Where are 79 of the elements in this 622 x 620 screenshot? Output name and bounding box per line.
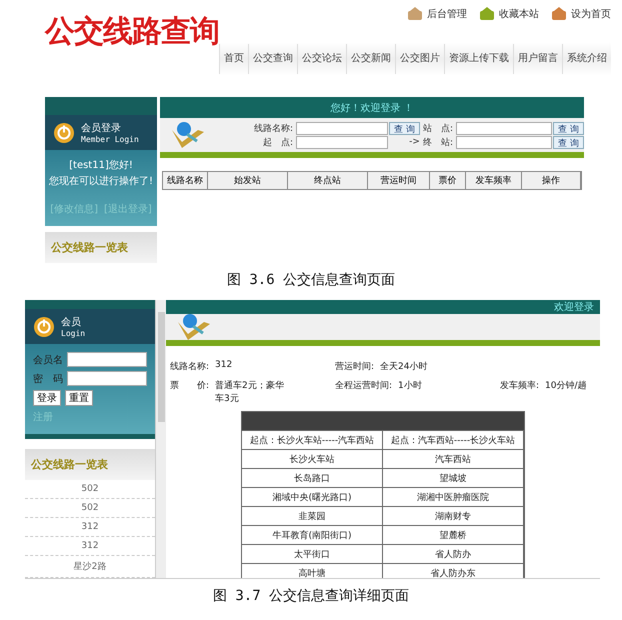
nav-item[interactable]: 系统介绍 (562, 44, 611, 74)
field-label: 起 点: (262, 136, 294, 148)
status-text: 您现在可以进行操作了! (49, 174, 154, 188)
stop-cell: 湘域中央(曙光路口) (242, 487, 383, 506)
nav-item[interactable]: 公交新闻 (346, 44, 395, 74)
column-header: 营运时间 (368, 172, 430, 189)
info-label: 票 价: (170, 380, 210, 393)
query-button[interactable]: 查 询 (552, 122, 584, 134)
stop-cell: 牛耳教育(南阳街口) (242, 525, 383, 544)
info-label: 发车频率: (500, 380, 540, 392)
username-field[interactable] (67, 352, 147, 367)
figure-caption: 图 3.6 公交信息查询页面 (226, 271, 396, 289)
top-link[interactable]: 收藏本站 (479, 7, 539, 21)
info-label: 营运时间: (335, 360, 374, 373)
nav-item[interactable]: 公交查询 (248, 44, 297, 74)
nav-item[interactable]: 资源上传下载 (444, 44, 513, 74)
member-subtitle: Member Login (81, 135, 139, 144)
greeting-text: [test11]您好! (69, 159, 133, 172)
query-button[interactable]: 查 询 (389, 122, 420, 134)
form-button[interactable]: 登录 (33, 390, 61, 406)
stop-cell: 湖南财专 (383, 506, 524, 525)
column-header: 终点站 (288, 172, 368, 189)
stop-cell: 望麓桥 (383, 525, 524, 544)
member-subtitle: Login (61, 329, 86, 338)
info-value: 普通车2元；豪华车3元 (215, 379, 285, 405)
stop-cell: 湖湘中医肿瘤医院 (383, 487, 524, 506)
arrow-text: -> (408, 137, 420, 147)
line-name-field[interactable] (296, 122, 388, 134)
info-label: 全程运营时间: (335, 380, 392, 392)
stop-cell: 望城坡 (383, 468, 524, 487)
form-button[interactable]: 重置 (65, 390, 93, 406)
column-header: 操作 (522, 172, 581, 189)
member-title: 会员 (61, 316, 82, 329)
query-button[interactable]: 查 询 (552, 136, 584, 148)
end-field[interactable] (456, 136, 552, 148)
info-label: 线路名称: (170, 360, 210, 373)
figure-caption: 图 3.7 公交信息查询详细页面 (212, 587, 410, 605)
info-value: 312 (215, 360, 232, 372)
info-value: 10分钟/趟 (545, 380, 587, 392)
password-field[interactable] (67, 371, 147, 386)
route-list-title: 公交线路一览表 (45, 232, 158, 263)
stop-cell: 长沙火车站 (242, 449, 383, 468)
info-value: 1小时 (398, 380, 422, 392)
power-icon (33, 316, 55, 338)
nav-item[interactable]: 用户留言 (513, 44, 562, 74)
stop-cell: 高叶塘 (242, 563, 383, 578)
info-value: 全天24小时 (380, 360, 428, 373)
top-link[interactable]: 设为首页 (551, 7, 611, 21)
column-header: 票价 (430, 172, 466, 189)
welcome-bar: 欢迎登录 (166, 300, 600, 314)
nav-item[interactable]: 首页 (219, 44, 248, 74)
start-field[interactable] (296, 136, 388, 148)
field-label: 密 码 (33, 372, 63, 386)
stop-cell: 韭菜园 (242, 506, 383, 525)
field-label: 终 站: (422, 136, 453, 148)
welcome-bar: 您好！欢迎登录 ！ (160, 97, 584, 118)
field-label: 站 点: (422, 122, 453, 134)
nav-item[interactable]: 公交论坛 (297, 44, 346, 74)
power-icon (53, 122, 75, 144)
scrollbar[interactable] (155, 300, 166, 578)
site-logo: 公交线路查询 (45, 13, 219, 51)
stop-cell: 太平街口 (242, 544, 383, 563)
stop-cell: 省人防办 (383, 544, 524, 563)
stop-cell: 长岛路口 (242, 468, 383, 487)
field-label: 会员名 (33, 354, 63, 366)
stop-cell: 汽车西站 (383, 449, 524, 468)
column-header: 始发站 (208, 172, 288, 189)
stop-field[interactable] (456, 122, 552, 134)
column-header: 线路名称 (163, 172, 208, 189)
nav-item[interactable]: 公交图片 (395, 44, 444, 74)
field-label: 线路名称: (254, 122, 294, 134)
direction-header: 起点：汽车西站-----长沙火车站 (383, 430, 524, 449)
direction-header: 起点：长沙火车站-----汽车西站 (242, 430, 383, 449)
member-title: 会员登录 (81, 122, 122, 135)
column-header: 发车频率 (466, 172, 522, 189)
house-icon (551, 7, 567, 21)
top-link[interactable]: 后台管理 (407, 7, 467, 21)
route-list-title: 公交线路一览表 (25, 449, 155, 480)
stop-cell: 省人防办东 (383, 563, 524, 578)
